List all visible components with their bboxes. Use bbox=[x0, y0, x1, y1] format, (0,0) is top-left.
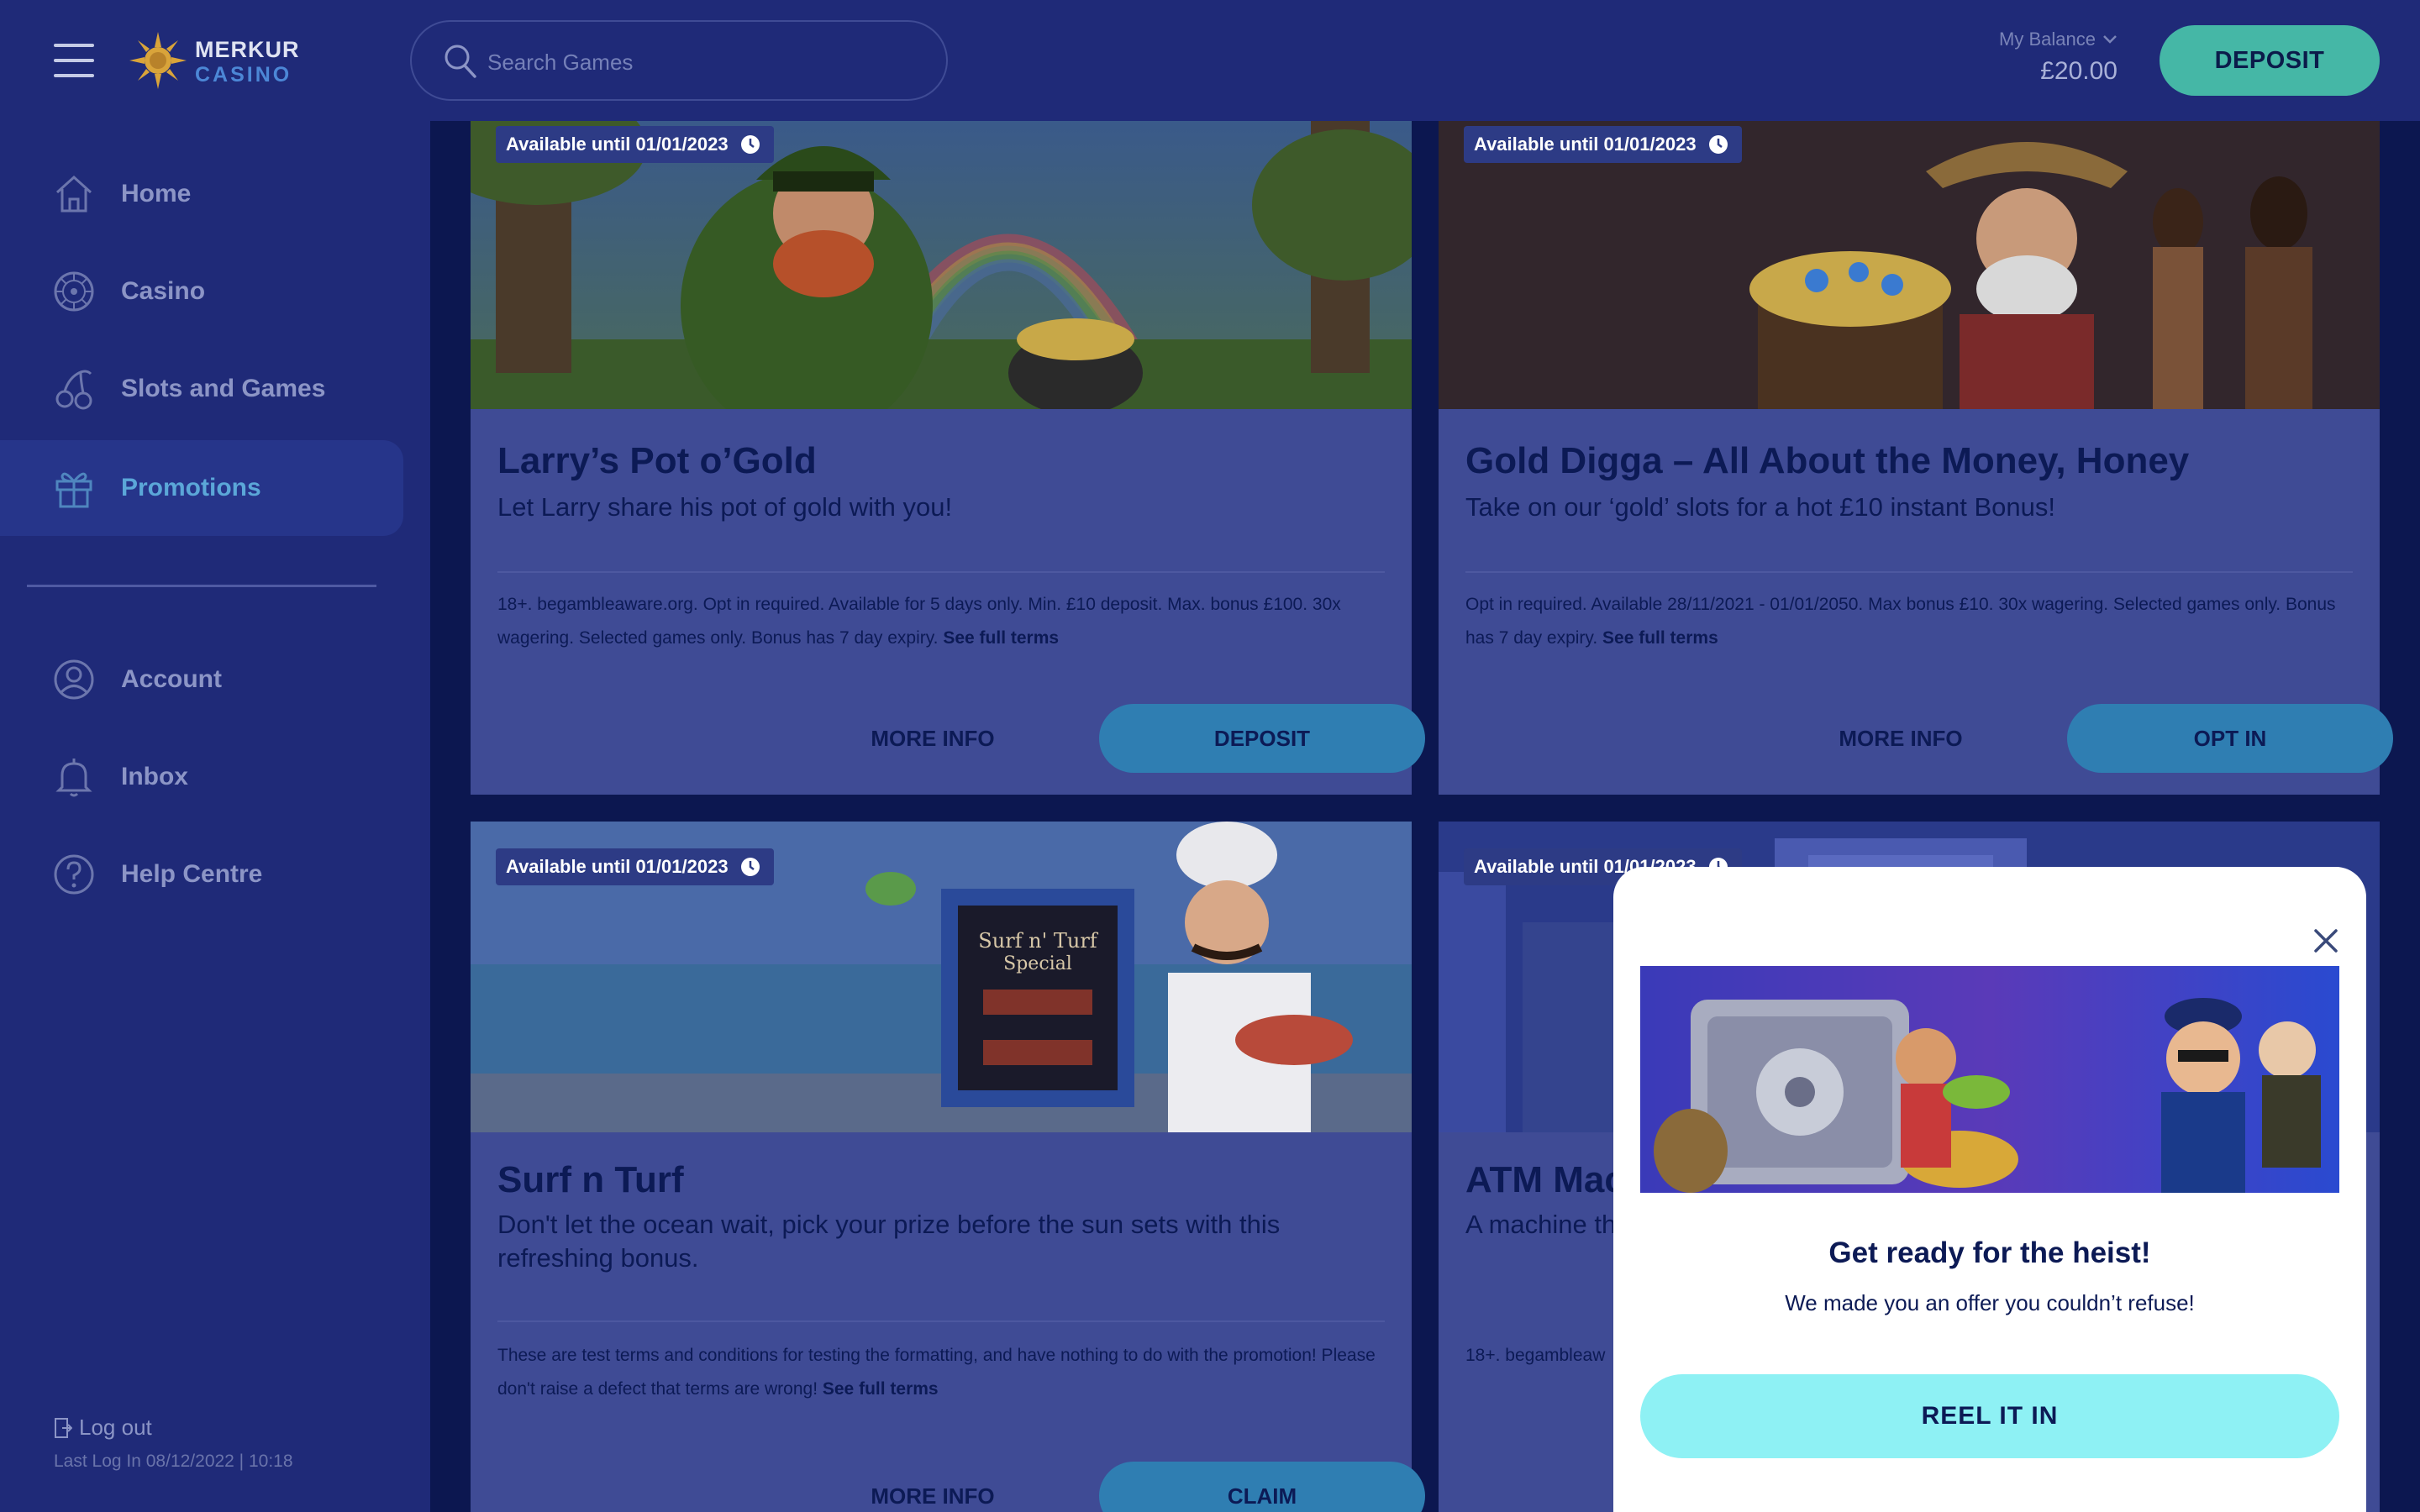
sidebar: Home Casino Slots and Games Promotions A… bbox=[0, 121, 430, 1512]
offer-modal: Get ready for the heist! We made you an … bbox=[1613, 867, 2366, 1512]
card-divider bbox=[1465, 571, 2353, 573]
sidebar-item-account[interactable]: Account bbox=[0, 632, 403, 727]
promo-image-surf-n-turf: Surf n' Turf Special Available until 01/… bbox=[471, 822, 1412, 1132]
sidebar-item-promotions[interactable]: Promotions bbox=[0, 440, 403, 536]
balance-value: £20.00 bbox=[2040, 57, 2118, 85]
roulette-icon bbox=[54, 271, 94, 312]
modal-title: Get ready for the heist! bbox=[1828, 1236, 2151, 1269]
promo-subtitle: Let Larry share his pot of gold with you… bbox=[497, 492, 953, 522]
sidebar-divider bbox=[27, 585, 376, 587]
heist-banner-image bbox=[1640, 966, 2339, 1193]
hamburger-menu-icon[interactable] bbox=[54, 44, 94, 77]
balance-widget[interactable]: My Balance £20.00 bbox=[1966, 29, 2118, 86]
promo-title: ATM Mac bbox=[1465, 1159, 1625, 1200]
sidebar-item-label: Home bbox=[121, 180, 192, 207]
header-deposit-button[interactable]: DEPOSIT bbox=[2160, 25, 2380, 96]
more-info-button[interactable]: MORE INFO bbox=[1758, 704, 2044, 773]
opt-in-button[interactable]: OPT IN bbox=[2067, 704, 2393, 773]
sidebar-item-inbox[interactable]: Inbox bbox=[0, 729, 403, 825]
board-text-line1: Surf n' Turf bbox=[978, 929, 1099, 953]
sidebar-item-help[interactable]: Help Centre bbox=[0, 827, 403, 922]
logout-label: Log out bbox=[79, 1415, 152, 1440]
help-icon bbox=[54, 854, 94, 895]
logo-text-casino: CASINO bbox=[195, 63, 292, 87]
sidebar-item-label: Slots and Games bbox=[121, 375, 326, 402]
sun-logo-icon bbox=[129, 32, 187, 89]
sidebar-item-label: Account bbox=[121, 665, 222, 693]
home-icon bbox=[55, 175, 92, 213]
promo-title: Larry’s Pot o’Gold bbox=[497, 440, 817, 481]
availability-badge: Available until 01/01/2023 bbox=[1464, 126, 1742, 163]
reel-it-in-button[interactable]: REEL IT IN bbox=[1640, 1374, 2339, 1458]
gift-icon bbox=[55, 472, 92, 508]
promo-card-surf-n-turf: Surf n' Turf Special Available until 01/… bbox=[471, 822, 1425, 1512]
availability-text: Available until 01/01/2023 bbox=[506, 134, 729, 155]
promo-card-gold-digga: Available until 01/01/2023 Gold Digga – … bbox=[1439, 121, 2393, 795]
close-icon bbox=[2314, 929, 2338, 953]
user-icon bbox=[54, 659, 94, 700]
claim-button[interactable]: CLAIM bbox=[1099, 1462, 1425, 1512]
promo-terms-text: 18+. begambleaw bbox=[1465, 1346, 1606, 1365]
promo-subtitle: Take on our ‘gold’ slots for a hot £10 i… bbox=[1465, 492, 2055, 522]
sidebar-item-label: Help Centre bbox=[121, 860, 263, 888]
more-info-button[interactable]: MORE INFO bbox=[790, 704, 1076, 773]
clock-icon bbox=[740, 858, 760, 876]
board-text-line2: Special bbox=[1003, 953, 1072, 974]
promo-terms: 18+. begambleaware.org. Opt in required.… bbox=[497, 588, 1385, 655]
sidebar-item-casino[interactable]: Casino bbox=[0, 244, 403, 339]
see-full-terms-link[interactable]: See full terms bbox=[823, 1379, 939, 1399]
logout-link[interactable]: Log out bbox=[54, 1415, 152, 1441]
promo-terms: Opt in required. Available 28/11/2021 - … bbox=[1465, 588, 2353, 655]
last-login-text: Last Log In 08/12/2022 | 10:18 bbox=[54, 1452, 293, 1471]
clock-icon bbox=[740, 135, 760, 154]
chevron-down-icon[interactable] bbox=[2102, 34, 2118, 45]
see-full-terms-link[interactable]: See full terms bbox=[943, 628, 1059, 648]
sidebar-item-slots[interactable]: Slots and Games bbox=[0, 341, 403, 437]
more-info-button[interactable]: MORE INFO bbox=[790, 1462, 1076, 1512]
promo-image-leprechaun: Available until 01/01/2023 bbox=[471, 121, 1412, 409]
logo-text-merkur: MERKUR bbox=[195, 37, 300, 62]
sidebar-item-label: Inbox bbox=[121, 763, 188, 790]
availability-text: Available until 01/01/2023 bbox=[506, 856, 729, 877]
promo-image-gold-digga: Available until 01/01/2023 bbox=[1439, 121, 2380, 409]
availability-badge: Available until 01/01/2023 bbox=[496, 848, 774, 885]
search-icon bbox=[445, 45, 476, 78]
logout-icon bbox=[55, 1417, 72, 1438]
merkur-casino-logo[interactable]: MERKUR CASINO bbox=[128, 30, 304, 91]
sidebar-item-label: Promotions bbox=[121, 474, 261, 501]
promo-card-larrys-pot: Available until 01/01/2023 Larry’s Pot o… bbox=[471, 121, 1425, 795]
sidebar-item-label: Casino bbox=[121, 277, 206, 305]
modal-text: We made you an offer you couldn’t refuse… bbox=[1785, 1290, 2195, 1315]
promo-title: Surf n Turf bbox=[497, 1159, 684, 1200]
promo-subtitle: Don't let the ocean wait, pick your priz… bbox=[497, 1210, 1281, 1273]
card-divider bbox=[497, 1320, 1385, 1322]
top-bar: MERKUR CASINO My Balance £20.00 DEPOSIT bbox=[0, 0, 2420, 121]
clock-icon bbox=[1708, 135, 1728, 154]
search-input[interactable] bbox=[487, 39, 924, 86]
promo-terms: These are test terms and conditions for … bbox=[497, 1339, 1385, 1406]
promo-terms-text: Opt in required. Available 28/11/2021 - … bbox=[1465, 595, 2336, 648]
deposit-button[interactable]: DEPOSIT bbox=[1099, 704, 1425, 773]
see-full-terms-link[interactable]: See full terms bbox=[1602, 628, 1718, 648]
search-bar[interactable] bbox=[410, 20, 948, 101]
close-modal-button[interactable] bbox=[2309, 924, 2343, 958]
promo-title: Gold Digga – All About the Money, Honey bbox=[1465, 440, 2190, 481]
card-divider bbox=[497, 571, 1385, 573]
availability-text: Available until 01/01/2023 bbox=[1474, 134, 1697, 155]
availability-badge: Available until 01/01/2023 bbox=[496, 126, 774, 163]
bell-icon bbox=[55, 759, 92, 797]
balance-label: My Balance bbox=[1999, 29, 2096, 50]
promo-terms-text: 18+. begambleaware.org. Opt in required.… bbox=[497, 595, 1341, 648]
cherries-icon bbox=[55, 370, 92, 410]
sidebar-item-home[interactable]: Home bbox=[0, 146, 403, 242]
